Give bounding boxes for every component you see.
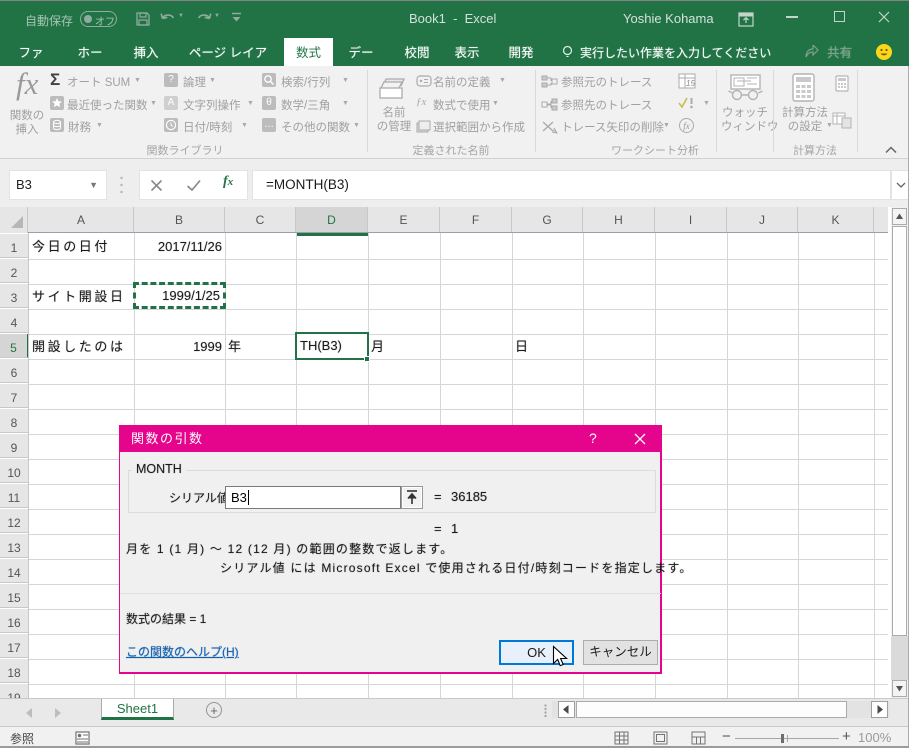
svg-text:15: 15 xyxy=(686,79,695,88)
